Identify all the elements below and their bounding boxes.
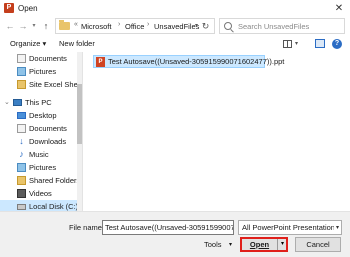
sidebar-item-site-excel-sheets[interactable]: Site Excel Sheets [0, 78, 83, 91]
forward-button[interactable]: → [17, 19, 29, 33]
chevron-down-icon[interactable]: ⌄ [4, 98, 10, 108]
sidebar-item-documents[interactable]: Documents [0, 122, 82, 135]
folder-icon [17, 176, 26, 185]
sidebar-item-label: Music [29, 150, 49, 159]
search-input[interactable]: Search UnsavedFiles [219, 18, 345, 34]
address-dropdown-icon[interactable]: ▾ [195, 21, 198, 31]
change-view-icon[interactable] [283, 40, 292, 48]
scrollbar-thumb[interactable] [77, 84, 82, 144]
breadcrumb-microsoft[interactable]: Microsoft [81, 22, 111, 32]
tools-dropdown-icon[interactable]: ▾ [229, 240, 232, 250]
new-folder-button[interactable]: New folder [59, 39, 95, 49]
powerpoint-app-icon: P [4, 3, 14, 13]
preview-pane-icon[interactable] [315, 39, 325, 48]
navigation-pane: Documents Pictures Site Excel Sheets ⌄ T… [0, 52, 83, 211]
breadcrumb-overflow[interactable]: « [74, 21, 78, 28]
breadcrumb-unsavedfiles[interactable]: UnsavedFiles [154, 22, 199, 32]
sidebar-item-label: Local Disk (C:) [29, 202, 79, 211]
sidebar-item-label: Documents [29, 124, 67, 133]
computer-icon [13, 99, 22, 106]
folder-icon [59, 20, 70, 30]
cancel-button[interactable]: Cancel [295, 237, 341, 252]
tools-menu-button[interactable]: Tools [204, 240, 222, 250]
sidebar-item-music[interactable]: ♪ Music [0, 148, 82, 161]
sidebar-item-pictures[interactable]: Pictures [0, 161, 82, 174]
view-options-dropdown[interactable]: ▾ [295, 39, 298, 49]
sidebar-item-shared-folders[interactable]: Shared Folders [0, 174, 82, 187]
file-type-value: All PowerPoint Presentations (* [242, 223, 342, 232]
sidebar-item-label: Pictures [29, 67, 57, 76]
folder-icon [17, 80, 26, 89]
sidebar-scrollbar[interactable] [77, 52, 82, 211]
music-icon: ♪ [19, 149, 24, 159]
sidebar-item-label: Shared Folders [29, 176, 81, 185]
file-name-label: File name: [69, 223, 105, 232]
file-name-field[interactable]: Test Autosave((Unsaved-305915990071602 [102, 220, 234, 235]
chevron-down-icon: ▾ [333, 223, 339, 233]
sidebar-item-label: This PC [25, 98, 52, 107]
sidebar-item-pictures[interactable]: Pictures [0, 65, 82, 78]
open-button-label[interactable]: Open [242, 239, 278, 250]
organize-menu-button[interactable]: Organize ▾ [10, 39, 46, 49]
file-list: P Test Autosave((Unsaved-305915990071602… [84, 52, 350, 211]
breadcrumb-office[interactable]: Office [125, 22, 144, 32]
breadcrumb-separator[interactable]: › [118, 21, 120, 28]
list-item[interactable]: P Test Autosave((Unsaved-305915990071602… [93, 55, 284, 68]
file-type-select[interactable]: All PowerPoint Presentations (* ▾ [238, 220, 342, 235]
close-icon[interactable]: ✕ [332, 2, 346, 15]
documents-icon [17, 124, 26, 133]
sidebar-item-local-disk[interactable]: Local Disk (C:) [0, 200, 82, 211]
open-options-dropdown[interactable]: ▾ [279, 239, 286, 250]
downloads-icon: ↓ [19, 136, 24, 146]
up-button[interactable]: ↑ [40, 19, 52, 33]
search-placeholder: Search UnsavedFiles [238, 22, 310, 31]
refresh-icon[interactable]: ↻ [199, 20, 212, 32]
search-icon [224, 22, 232, 30]
sidebar-item-documents[interactable]: Documents [0, 52, 82, 65]
address-row: ← → ▾ ↑ « Microsoft › Office › UnsavedFi… [0, 17, 350, 35]
sidebar-item-downloads[interactable]: ↓ Downloads [0, 135, 82, 148]
address-bar[interactable]: « Microsoft › Office › UnsavedFiles ▾ ↻ [55, 18, 215, 34]
videos-icon [17, 189, 26, 198]
breadcrumb-separator[interactable]: › [147, 21, 149, 28]
back-button[interactable]: ← [4, 19, 16, 33]
title-bar: P Open ✕ [0, 0, 350, 17]
sidebar-item-label: Videos [29, 189, 52, 198]
sidebar-item-label: Desktop [29, 111, 57, 120]
sidebar-item-label: Documents [29, 54, 67, 63]
sidebar-item-label: Pictures [29, 163, 57, 172]
window-title: Open [18, 4, 38, 13]
recent-locations-dropdown[interactable]: ▾ [30, 20, 38, 32]
sidebar-item-this-pc[interactable]: ⌄ This PC [0, 96, 82, 109]
help-icon[interactable]: ? [332, 39, 342, 49]
documents-icon [17, 54, 26, 63]
drive-icon [17, 204, 26, 210]
sidebar-item-desktop[interactable]: Desktop [0, 109, 82, 122]
pictures-icon [17, 163, 26, 172]
pictures-icon [17, 67, 26, 76]
sidebar-item-label: Downloads [29, 137, 67, 146]
dialog-footer: File name: Test Autosave((Unsaved-305915… [0, 211, 350, 257]
file-name-label: Test Autosave((Unsaved-30591599007160247… [108, 57, 285, 66]
command-toolbar: Organize ▾ New folder ▾ ? [0, 36, 350, 52]
sidebar-item-label: Site Excel Sheets [29, 80, 83, 89]
file-name-value: Test Autosave((Unsaved-305915990071602 [105, 223, 233, 232]
desktop-icon [17, 112, 26, 119]
sidebar-item-videos[interactable]: Videos [0, 187, 82, 200]
powerpoint-file-icon: P [96, 57, 105, 67]
open-button[interactable]: Open ▾ [240, 237, 288, 252]
